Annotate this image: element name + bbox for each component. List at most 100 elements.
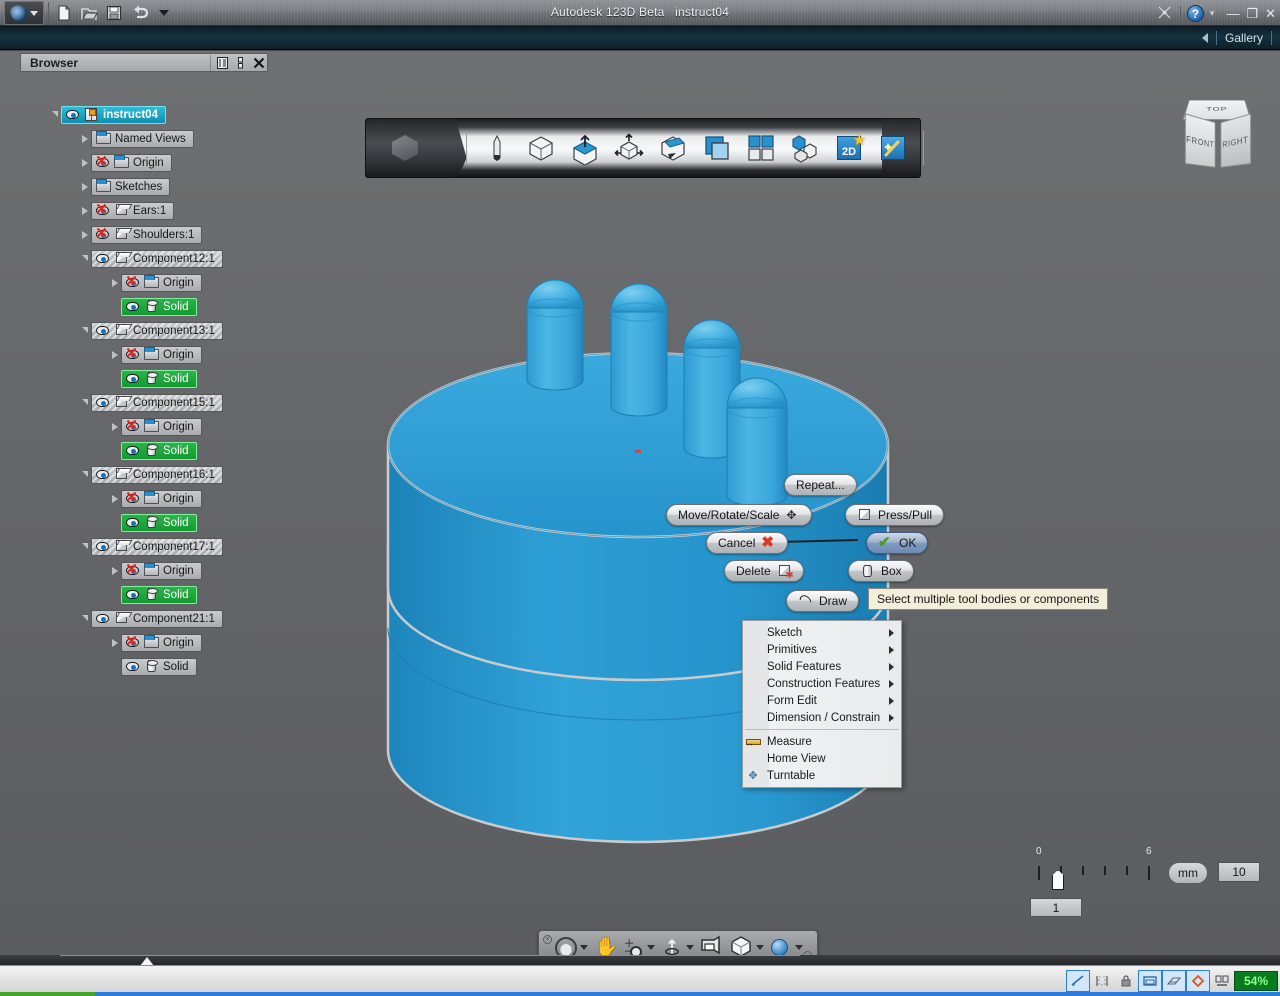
- chevron-right-icon[interactable]: [78, 156, 91, 169]
- eye-visible-icon[interactable]: [125, 659, 140, 674]
- tree-node-chip[interactable]: Component13:1: [91, 321, 223, 340]
- chevron-right-icon[interactable]: [108, 636, 121, 649]
- snap-icon[interactable]: [1066, 970, 1090, 992]
- chevron-right-icon[interactable]: [108, 348, 121, 361]
- grid-icon[interactable]: [215, 56, 230, 71]
- zoom-percent-badge[interactable]: 54%: [1234, 971, 1278, 991]
- chevron-down-icon[interactable]: [78, 396, 91, 409]
- tree-node[interactable]: Solid: [108, 585, 197, 604]
- tree-node-chip[interactable]: Component21:1: [91, 609, 223, 628]
- plane-icon[interactable]: [1162, 970, 1186, 992]
- viewport-3d[interactable]: Browser instruct04 Named Views ✕ Origin Sket…: [0, 50, 1280, 965]
- chevron-right-icon[interactable]: [78, 132, 91, 145]
- chevron-down-icon[interactable]: [78, 468, 91, 481]
- tree-node-chip[interactable]: Component15:1: [91, 393, 223, 412]
- tree-node-chip[interactable]: ✕ Shoulders:1: [91, 225, 203, 244]
- tree-node[interactable]: Solid: [108, 441, 197, 460]
- minimize-button[interactable]: —: [1226, 7, 1239, 20]
- tree-node-chip[interactable]: Solid: [121, 585, 197, 604]
- close-button[interactable]: ✕: [1265, 7, 1276, 20]
- combine-tool[interactable]: [700, 131, 734, 165]
- collapse-left-icon[interactable]: [1201, 33, 1208, 43]
- lock-icon[interactable]: [1114, 970, 1138, 992]
- tree-node-chip[interactable]: Component16:1: [91, 465, 223, 484]
- eye-visible-icon[interactable]: [125, 587, 140, 602]
- close-icon[interactable]: [251, 56, 266, 71]
- chevron-down-icon[interactable]: [48, 108, 61, 121]
- tree-node-chip[interactable]: ✕ Origin: [121, 633, 202, 652]
- chevron-right-icon[interactable]: [78, 204, 91, 217]
- pattern-tool[interactable]: [744, 131, 778, 165]
- eye-hidden-icon[interactable]: ✕: [125, 274, 140, 290]
- sketch-pencil-tool[interactable]: [480, 131, 514, 165]
- eye-hidden-icon[interactable]: ✕: [125, 634, 140, 650]
- move-rotate-scale-tool[interactable]: [612, 131, 646, 165]
- tree-node[interactable]: ✕ Origin: [108, 489, 202, 508]
- menu-item-dimension-constrain[interactable]: Dimension / Constrain: [743, 709, 901, 726]
- tree-node[interactable]: Component16:1: [78, 465, 223, 484]
- chevron-down-icon[interactable]: [78, 540, 91, 553]
- chevron-down-icon[interactable]: [78, 252, 91, 265]
- tree-node-chip[interactable]: Sketches: [91, 177, 171, 196]
- menu-item-turntable[interactable]: ✥ Turntable: [743, 767, 901, 784]
- eye-hidden-icon[interactable]: ✕: [125, 562, 140, 578]
- menu-item-construction-features[interactable]: Construction Features: [743, 675, 901, 692]
- navbar-close-icon[interactable]: ×: [543, 935, 552, 944]
- primitives-tool[interactable]: [524, 131, 558, 165]
- menu-item-sketch[interactable]: Sketch: [743, 624, 901, 641]
- drawing-2d-tool[interactable]: 2D ★: [832, 131, 866, 165]
- tree-node-chip[interactable]: Solid: [121, 297, 197, 316]
- tree-node-chip[interactable]: Solid: [121, 657, 197, 676]
- tree-node[interactable]: ✕ Origin: [108, 417, 202, 436]
- measure-icon[interactable]: [1138, 970, 1162, 992]
- menu-item-form-edit[interactable]: Form Edit: [743, 692, 901, 709]
- eye-hidden-icon[interactable]: ✕: [95, 154, 110, 170]
- eye-visible-icon[interactable]: [95, 323, 110, 338]
- move-rotate-scale-button[interactable]: Move/Rotate/Scale ✥: [666, 504, 813, 526]
- eye-hidden-icon[interactable]: ✕: [95, 202, 110, 218]
- box-button[interactable]: Box: [848, 560, 914, 582]
- menu-item-solid-features[interactable]: Solid Features: [743, 658, 901, 675]
- tree-node[interactable]: Component17:1: [78, 537, 223, 556]
- grid-icon[interactable]: [1090, 970, 1114, 992]
- menu-item-primitives[interactable]: Primitives: [743, 641, 901, 658]
- eye-visible-icon[interactable]: [95, 251, 110, 266]
- restore-button[interactable]: ❐: [1246, 7, 1258, 20]
- smart-tool[interactable]: [876, 131, 910, 165]
- broadcast-icon[interactable]: [1156, 4, 1174, 22]
- chevron-down-icon[interactable]: [78, 612, 91, 625]
- chevron-right-icon[interactable]: [78, 228, 91, 241]
- tree-node[interactable]: ✕ Ears:1: [78, 201, 175, 220]
- tree-node-chip[interactable]: Solid: [121, 441, 197, 460]
- gallery-tab[interactable]: Gallery: [1198, 26, 1280, 50]
- view-cube[interactable]: TOP FRONT RIGHT: [1176, 88, 1262, 180]
- tree-node-chip[interactable]: Solid: [121, 369, 197, 388]
- tree-node[interactable]: Component13:1: [78, 321, 223, 340]
- tree-node[interactable]: Solid: [108, 513, 197, 532]
- tree-node[interactable]: Component15:1: [78, 393, 223, 412]
- tree-node-chip[interactable]: Solid: [121, 513, 197, 532]
- tree-node[interactable]: Named Views: [78, 129, 194, 148]
- loop-icon[interactable]: [1186, 970, 1210, 992]
- units-button[interactable]: mm: [1168, 862, 1208, 884]
- tree-node[interactable]: Solid: [108, 369, 197, 388]
- tree-node[interactable]: ✕ Origin: [108, 561, 202, 580]
- menu-item-measure[interactable]: ↔ Measure: [743, 733, 901, 750]
- chevron-down-icon[interactable]: [756, 945, 765, 950]
- tree-node-chip[interactable]: ✕ Ears:1: [91, 201, 175, 220]
- view-cube-front-face[interactable]: FRONT: [1184, 113, 1216, 168]
- tree-node-chip[interactable]: instruct04: [61, 105, 166, 124]
- chevron-down-icon[interactable]: [579, 945, 588, 950]
- tree-node[interactable]: ✕ Origin: [78, 153, 172, 172]
- tree-node-chip[interactable]: Component12:1: [91, 249, 223, 268]
- tree-node[interactable]: instruct04: [48, 105, 166, 124]
- chevron-right-icon[interactable]: [108, 420, 121, 433]
- tree-node-chip[interactable]: ✕ Origin: [121, 561, 202, 580]
- snap-value-input[interactable]: 1: [1030, 898, 1082, 917]
- press-pull-button[interactable]: Press/Pull: [845, 504, 945, 526]
- display-icon[interactable]: [1210, 970, 1234, 992]
- tree-node[interactable]: Solid: [108, 297, 197, 316]
- tree-node-chip[interactable]: ✕ Origin: [121, 489, 202, 508]
- eye-visible-icon[interactable]: [125, 515, 140, 530]
- tree-node-chip[interactable]: ✕ Origin: [121, 345, 202, 364]
